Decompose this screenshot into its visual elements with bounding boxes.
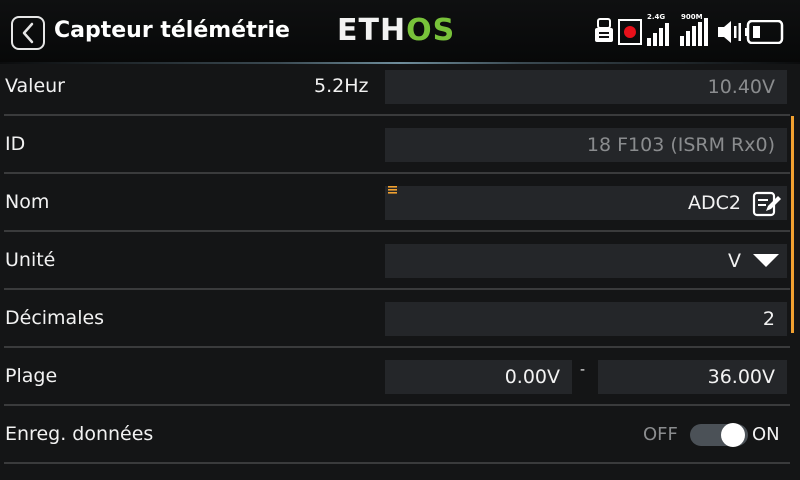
row-label-decimales: Décimales <box>5 307 105 329</box>
range-separator: - <box>580 362 586 378</box>
row-nom: Nom ADC2 <box>0 174 790 232</box>
decimals-field[interactable]: 2 <box>385 302 787 336</box>
usb-icon <box>595 18 613 42</box>
battery-icon <box>745 20 784 44</box>
volume-icon <box>718 21 741 43</box>
row-label-nom: Nom <box>5 191 50 213</box>
toggle-on-label: ON <box>752 424 780 445</box>
row-decimales: Décimales 2 <box>0 290 790 348</box>
back-button[interactable] <box>11 16 45 50</box>
signal-24g-label: 2.4G <box>647 13 666 21</box>
id-display: 18 F103 (ISRM Rx0) <box>385 128 787 162</box>
row-valeur: Valeur 5.2Hz 10.40V <box>0 58 790 116</box>
logging-toggle[interactable]: OFF ON <box>640 418 788 452</box>
range-max-field[interactable]: 36.00V <box>598 360 787 394</box>
drag-handle-icon <box>388 186 397 194</box>
status-icons: 2.4G 900M <box>591 13 791 48</box>
page-title: Capteur télémétrie <box>54 18 290 43</box>
top-bar: Capteur télémétrie ETHOS 2.4G 900M <box>0 0 800 64</box>
toggle-off-label: OFF <box>643 424 678 445</box>
name-value: ADC2 <box>688 192 741 214</box>
row-label-unite: Unité <box>5 249 56 271</box>
value-display: 10.40V <box>385 70 787 104</box>
refresh-rate: 5.2Hz <box>314 75 369 97</box>
range-min-field[interactable]: 0.00V <box>385 360 572 394</box>
signal-900m-label: 900M <box>681 13 703 21</box>
ethos-logo: ETHOS <box>337 13 456 48</box>
row-label-enreg: Enreg. données <box>5 423 154 445</box>
row-unite: Unité V <box>0 232 790 290</box>
back-icon <box>22 22 34 44</box>
unit-dropdown[interactable]: V <box>385 244 787 278</box>
row-plage: Plage 0.00V - 36.00V <box>0 348 790 406</box>
toggle-knob[interactable] <box>721 423 745 447</box>
name-field[interactable]: ADC2 <box>385 186 787 220</box>
scrollbar[interactable] <box>791 116 794 333</box>
row-label-valeur: Valeur <box>5 75 65 97</box>
edit-icon[interactable] <box>752 190 782 218</box>
row-label-id: ID <box>5 133 26 155</box>
row-enreg: Enreg. données OFF ON <box>0 406 790 464</box>
unit-value: V <box>728 250 741 272</box>
row-id: ID 18 F103 (ISRM Rx0) <box>0 116 790 174</box>
record-icon <box>618 19 642 45</box>
dropdown-arrow-icon <box>753 254 779 267</box>
row-label-plage: Plage <box>5 365 58 387</box>
